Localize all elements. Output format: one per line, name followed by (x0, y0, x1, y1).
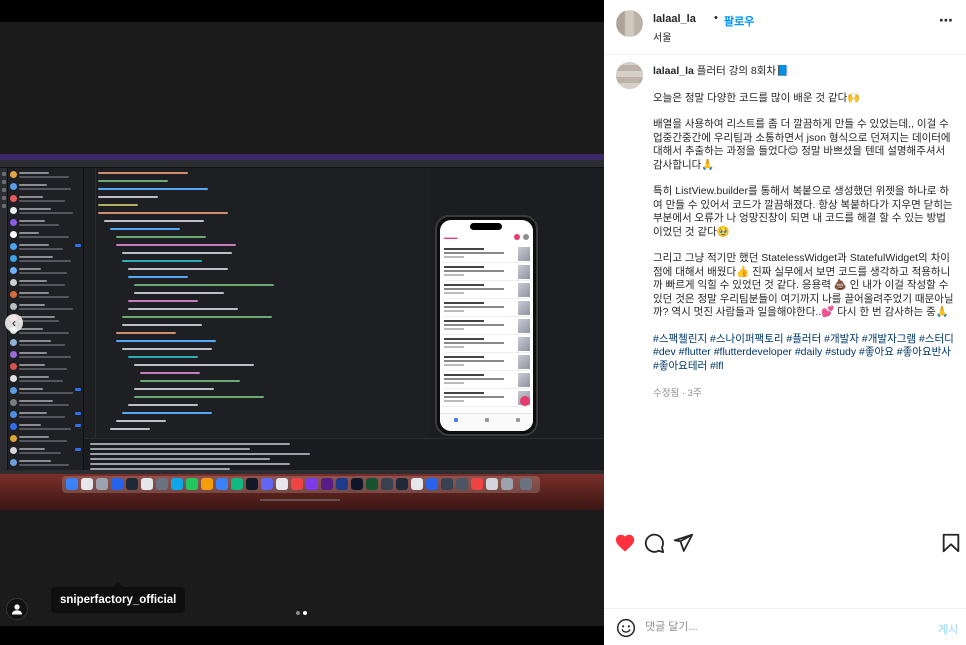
user-icon (12, 604, 22, 615)
share-icon[interactable] (672, 532, 694, 554)
carousel-dot (296, 611, 300, 615)
run-console (84, 438, 604, 474)
caption-title: 플러터 강의 8회차📘 (696, 65, 790, 77)
mac-dock (62, 476, 540, 493)
caption-paragraph-3: 특히 ListView.builder를 통해서 복붙으로 생성했던 위젯을 하… (653, 185, 956, 238)
caption-text: lalaal_la 플러터 강의 8회차📘 오늘은 정말 다양한 코드를 많이 … (653, 65, 954, 373)
author-username[interactable]: lalaal_la (653, 13, 696, 25)
author-avatar[interactable] (616, 10, 643, 37)
post-header: lalaal_la • 팔로우 서울 ⋯ (604, 0, 966, 55)
carousel-indicator (296, 611, 310, 615)
media-letterbox-bottom (0, 626, 604, 645)
caption-area: lalaal_la 플러터 강의 8회차📘 오늘은 정말 다양한 코드를 많이 … (604, 56, 966, 516)
action-bar (604, 526, 966, 560)
carousel-dot-active (303, 611, 307, 615)
post-media[interactable]: ▬▬▬ ‹ sniperfactory_official (0, 0, 604, 645)
caption-paragraph-4: 그리고 그냥 적기만 했던 StatelessWidget과 StatefulW… (653, 252, 954, 318)
post-comment-button[interactable]: 게시 (938, 621, 958, 637)
more-options-icon[interactable]: ⋯ (939, 12, 954, 29)
follow-button[interactable]: 팔로우 (724, 13, 754, 29)
comment-input[interactable] (645, 617, 925, 637)
app-title-mark: ▬▬▬ (444, 235, 458, 240)
post-meta-edited-time: 수정됨 · 3주 (653, 388, 702, 399)
caption-author-avatar[interactable] (616, 62, 643, 89)
caption-paragraph-1: 오늘은 정말 다양한 코드를 많이 배운 것 같다🙌 (653, 91, 861, 104)
caption-author[interactable]: lalaal_la (653, 65, 694, 77)
user-tag-label[interactable]: sniperfactory_official (51, 582, 186, 613)
comment-box: 게시 (604, 608, 966, 645)
post-side-panel: lalaal_la • 팔로우 서울 ⋯ lalaal_la 플러터 강의 8회… (604, 0, 966, 645)
phone-notch (470, 223, 502, 230)
comment-icon[interactable] (643, 532, 665, 554)
ide-tab-bar (0, 160, 604, 168)
emoji-icon[interactable] (616, 618, 636, 638)
caption-paragraph-2: 배열을 사용하여 리스트를 좀 더 깔끔하게 만들 수 있었는데,, 이걸 수업… (653, 118, 954, 171)
separator-dot: • (714, 12, 718, 24)
heart-icon[interactable] (614, 532, 636, 554)
phone-fab-button (520, 396, 530, 406)
chevron-left-icon: ‹ (12, 316, 16, 330)
phone-tab-bar (440, 413, 533, 431)
phone-simulator: ▬▬▬ (435, 215, 538, 436)
dock-caption (260, 499, 340, 501)
code-editor (84, 168, 429, 438)
tagged-users-button[interactable] (6, 598, 28, 620)
instagram-post-view: ▬▬▬ ‹ sniperfactory_official lalaal_la •… (0, 0, 966, 645)
post-location[interactable]: 서울 (653, 29, 671, 44)
phone-screen: ▬▬▬ (440, 220, 533, 431)
caption-hashtags[interactable]: #스팩첼린지 #스나이퍼팩토리 #플러터 #개발자 #개발자그램 #스터디 #d… (653, 333, 954, 374)
media-letterbox-top (0, 0, 604, 22)
bookmark-icon[interactable] (940, 532, 962, 554)
previous-slide-button[interactable]: ‹ (5, 314, 23, 332)
